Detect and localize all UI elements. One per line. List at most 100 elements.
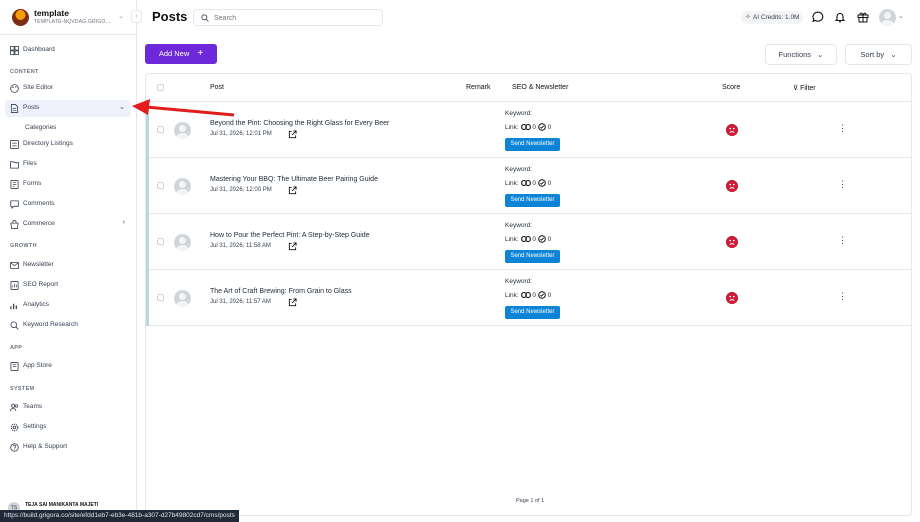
- column-header-score: Score: [722, 84, 741, 91]
- row-status-bar: [146, 270, 149, 326]
- link-count: 0: [532, 292, 536, 299]
- ai-credits-badge[interactable]: ✧ AI Credits: 1.0M: [741, 11, 804, 24]
- row-checkbox[interactable]: [157, 126, 164, 133]
- workspace-switcher[interactable]: template TEMPLATE-NQVDAG.GRIGOR... ⌄: [0, 0, 137, 35]
- sidebar-item-comments[interactable]: Comments: [5, 196, 131, 213]
- sidebar-item-newsletter[interactable]: Newsletter: [5, 257, 131, 274]
- chat-icon[interactable]: [812, 11, 824, 23]
- post-title[interactable]: Mastering Your BBQ: The Ultimate Beer Pa…: [210, 176, 378, 183]
- select-all-checkbox[interactable]: [157, 84, 164, 91]
- link-label: Link:: [505, 124, 519, 131]
- document-icon: [10, 104, 19, 113]
- author-avatar: [174, 178, 191, 195]
- form-icon: [10, 180, 19, 189]
- check-circle-icon: [537, 235, 546, 243]
- filter-button[interactable]: ⊽ Filter: [793, 84, 816, 92]
- external-link-icon[interactable]: [288, 186, 297, 195]
- sidebar-item-files[interactable]: Files: [5, 156, 131, 173]
- users-icon: [10, 403, 19, 412]
- post-title[interactable]: The Art of Craft Brewing: From Grain to …: [210, 288, 352, 295]
- external-link-icon[interactable]: [288, 242, 297, 251]
- post-date: Jul 31, 2026, 12:00 PM: [210, 187, 272, 193]
- sort-by-label: Sort by: [860, 50, 885, 59]
- external-link-icon[interactable]: [288, 298, 297, 307]
- send-newsletter-button[interactable]: Send Newsletter: [505, 306, 560, 319]
- more-options-icon[interactable]: ⋮: [838, 292, 847, 301]
- sidebar-item-seo-report[interactable]: SEO Report: [5, 277, 131, 294]
- profile-avatar[interactable]: [879, 9, 896, 26]
- functions-dropdown[interactable]: Functions ⌄: [765, 44, 837, 65]
- section-label-system: SYSTEM: [10, 386, 35, 392]
- avatar-placeholder-body: [176, 245, 189, 251]
- table-row[interactable]: How to Pour the Perfect Pint: A Step-by-…: [146, 214, 911, 270]
- filter-icon: ⊽: [793, 85, 799, 92]
- sidebar-item-categories[interactable]: Categories: [25, 124, 56, 131]
- search-input[interactable]: [214, 12, 374, 24]
- sidebar-item-label: App Store: [23, 362, 52, 369]
- send-newsletter-button[interactable]: Send Newsletter: [505, 194, 560, 207]
- keyword-label: Keyword:: [505, 278, 533, 285]
- link-icon: [520, 235, 531, 243]
- gift-icon[interactable]: [857, 11, 869, 23]
- sidebar-item-analytics[interactable]: Analytics: [5, 297, 131, 314]
- post-title[interactable]: How to Pour the Perfect Pint: A Step-by-…: [210, 232, 370, 239]
- table-row[interactable]: The Art of Craft Brewing: From Grain to …: [146, 270, 911, 326]
- table-row[interactable]: Beyond the Pint: Choosing the Right Glas…: [146, 102, 911, 158]
- sidebar-item-label: Commerce: [23, 220, 55, 227]
- sidebar-item-keyword-research[interactable]: Keyword Research: [5, 317, 131, 334]
- send-newsletter-button[interactable]: Send Newsletter: [505, 250, 560, 263]
- chevron-down-icon: ⌄: [118, 13, 124, 20]
- sidebar-item-directory-listings[interactable]: Directory Listings: [5, 136, 131, 153]
- avatar-placeholder-icon: [179, 181, 186, 188]
- sidebar-item-site-editor[interactable]: Site Editor: [5, 80, 131, 97]
- sort-by-dropdown[interactable]: Sort by ⌄: [845, 44, 912, 65]
- sidebar-item-settings[interactable]: Settings: [5, 419, 131, 436]
- link-stats: Link: 0 0: [505, 291, 551, 299]
- sidebar-item-posts[interactable]: Posts ⌄: [5, 100, 131, 117]
- link-label: Link:: [505, 236, 519, 243]
- link-stats: Link: 0 0: [505, 235, 551, 243]
- row-status-bar: [146, 158, 149, 214]
- link-count: 0: [532, 236, 536, 243]
- send-newsletter-button[interactable]: Send Newsletter: [505, 138, 560, 151]
- external-link-icon[interactable]: [288, 130, 297, 139]
- sidebar-item-label: Settings: [23, 423, 47, 430]
- more-options-icon[interactable]: ⋮: [838, 180, 847, 189]
- analytics-icon: [10, 303, 17, 310]
- sidebar-item-commerce[interactable]: Commerce ›: [5, 216, 131, 233]
- post-date: Jul 31, 2026, 11:58 AM: [210, 243, 271, 249]
- author-avatar: [174, 290, 191, 307]
- link-icon: [520, 123, 531, 131]
- bell-icon[interactable]: [834, 11, 846, 23]
- row-checkbox[interactable]: [157, 182, 164, 189]
- collapse-sidebar-button[interactable]: ‹: [131, 10, 142, 23]
- sidebar-item-label: Directory Listings: [23, 140, 73, 147]
- chevron-down-icon: ⌄: [890, 50, 897, 59]
- row-checkbox[interactable]: [157, 294, 164, 301]
- keyword-label: Keyword:: [505, 110, 533, 117]
- link-icon: [520, 291, 531, 299]
- section-label-content: CONTENT: [10, 69, 39, 75]
- sidebar-item-dashboard[interactable]: Dashboard: [5, 42, 131, 59]
- add-new-button[interactable]: Add New +: [145, 44, 217, 64]
- sidebar-item-app-store[interactable]: App Store: [5, 358, 131, 375]
- avatar-placeholder-icon: [179, 125, 186, 132]
- status-url-bar: https://build.grigora.co/site/efdd1eb7-e…: [0, 510, 239, 522]
- sidebar-item-help-support[interactable]: Help & Support: [5, 439, 131, 456]
- search-box[interactable]: [193, 9, 383, 26]
- sidebar-item-label: Analytics: [23, 301, 50, 308]
- row-checkbox[interactable]: [157, 238, 164, 245]
- sidebar-item-forms[interactable]: Forms: [5, 176, 131, 193]
- link-label: Link:: [505, 180, 519, 187]
- table-row[interactable]: Mastering Your BBQ: The Ultimate Beer Pa…: [146, 158, 911, 214]
- mail-icon: [10, 261, 19, 270]
- chevron-down-icon[interactable]: ⌄: [898, 12, 904, 20]
- avatar-placeholder-icon: [179, 237, 186, 244]
- more-options-icon[interactable]: ⋮: [838, 236, 847, 245]
- sad-face-icon: [726, 292, 738, 304]
- keyword-label: Keyword:: [505, 166, 533, 173]
- post-title[interactable]: Beyond the Pint: Choosing the Right Glas…: [210, 120, 389, 127]
- more-options-icon[interactable]: ⋮: [838, 124, 847, 133]
- sidebar-item-teams[interactable]: Teams: [5, 399, 131, 416]
- avatar-placeholder-icon: [884, 12, 891, 19]
